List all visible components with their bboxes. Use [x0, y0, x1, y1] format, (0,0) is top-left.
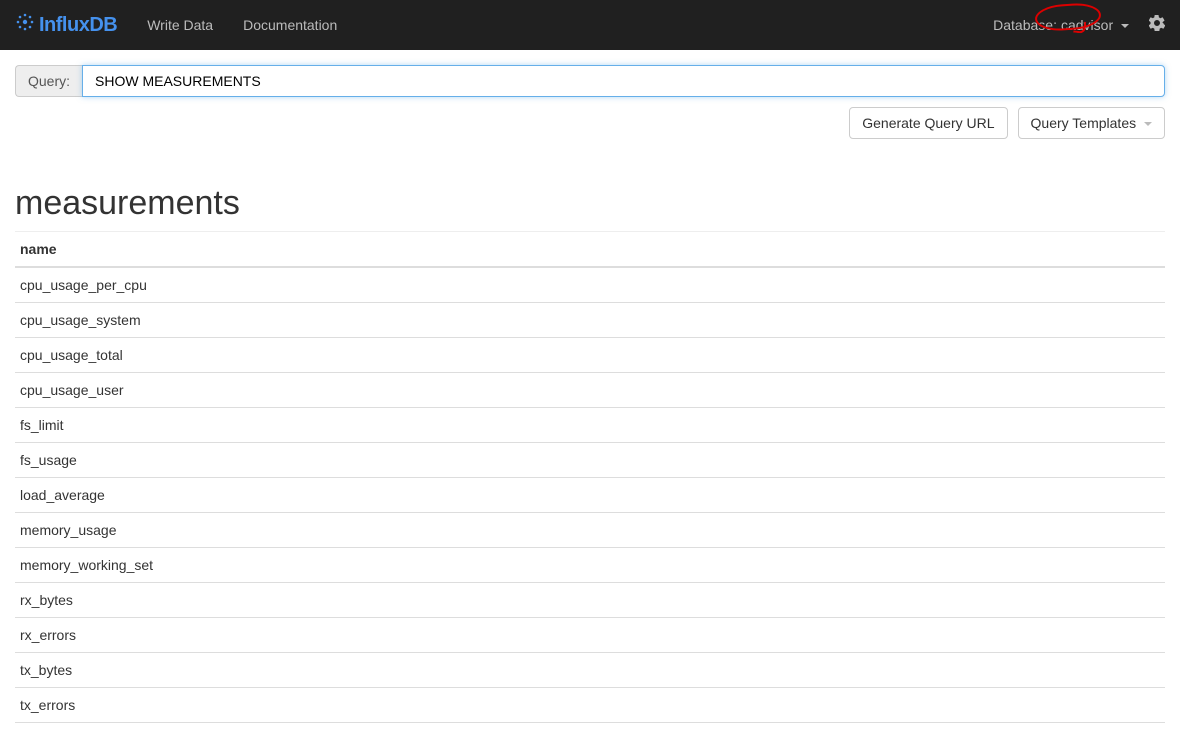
top-navbar: InfluxDB Write Data Documentation Databa… — [0, 0, 1180, 50]
database-name: cadvisor — [1061, 17, 1113, 33]
table-cell: tx_errors — [15, 688, 1165, 723]
table-cell: rx_bytes — [15, 583, 1165, 618]
chevron-down-icon — [1144, 122, 1152, 126]
table-row: tx_errors — [15, 688, 1165, 723]
database-label: Database: — [993, 17, 1057, 33]
chevron-down-icon — [1121, 24, 1129, 28]
nav-documentation[interactable]: Documentation — [228, 17, 352, 33]
query-label: Query: — [15, 65, 82, 97]
query-templates-button[interactable]: Query Templates — [1018, 107, 1165, 139]
nav-write-data[interactable]: Write Data — [132, 17, 228, 33]
table-row: cpu_usage_per_cpu — [15, 267, 1165, 303]
query-input-group: Query: — [15, 65, 1165, 97]
table-cell: cpu_usage_total — [15, 338, 1165, 373]
influxdb-icon — [15, 12, 35, 38]
brand-logo[interactable]: InfluxDB — [15, 12, 117, 38]
table-row: rx_errors — [15, 618, 1165, 653]
results-title: measurements — [15, 184, 1165, 232]
gear-icon[interactable] — [1149, 15, 1165, 36]
results-table: name cpu_usage_per_cpucpu_usage_systemcp… — [15, 232, 1165, 723]
brand-text: InfluxDB — [39, 14, 117, 37]
query-templates-label: Query Templates — [1031, 115, 1137, 131]
table-row: fs_limit — [15, 408, 1165, 443]
table-cell: cpu_usage_user — [15, 373, 1165, 408]
table-row: cpu_usage_system — [15, 303, 1165, 338]
table-cell: memory_working_set — [15, 548, 1165, 583]
query-input[interactable] — [82, 65, 1165, 97]
table-row: cpu_usage_total — [15, 338, 1165, 373]
table-cell: tx_bytes — [15, 653, 1165, 688]
table-cell: fs_limit — [15, 408, 1165, 443]
table-row: memory_working_set — [15, 548, 1165, 583]
generate-query-url-button[interactable]: Generate Query URL — [849, 107, 1007, 139]
database-selector[interactable]: cadvisor — [1061, 17, 1129, 33]
table-cell: rx_errors — [15, 618, 1165, 653]
table-row: rx_bytes — [15, 583, 1165, 618]
table-cell: cpu_usage_per_cpu — [15, 267, 1165, 303]
column-header-name: name — [15, 232, 1165, 267]
table-cell: memory_usage — [15, 513, 1165, 548]
table-row: fs_usage — [15, 443, 1165, 478]
table-row: cpu_usage_user — [15, 373, 1165, 408]
table-cell: cpu_usage_system — [15, 303, 1165, 338]
table-row: tx_bytes — [15, 653, 1165, 688]
table-cell: fs_usage — [15, 443, 1165, 478]
table-cell: load_average — [15, 478, 1165, 513]
table-row: load_average — [15, 478, 1165, 513]
table-row: memory_usage — [15, 513, 1165, 548]
